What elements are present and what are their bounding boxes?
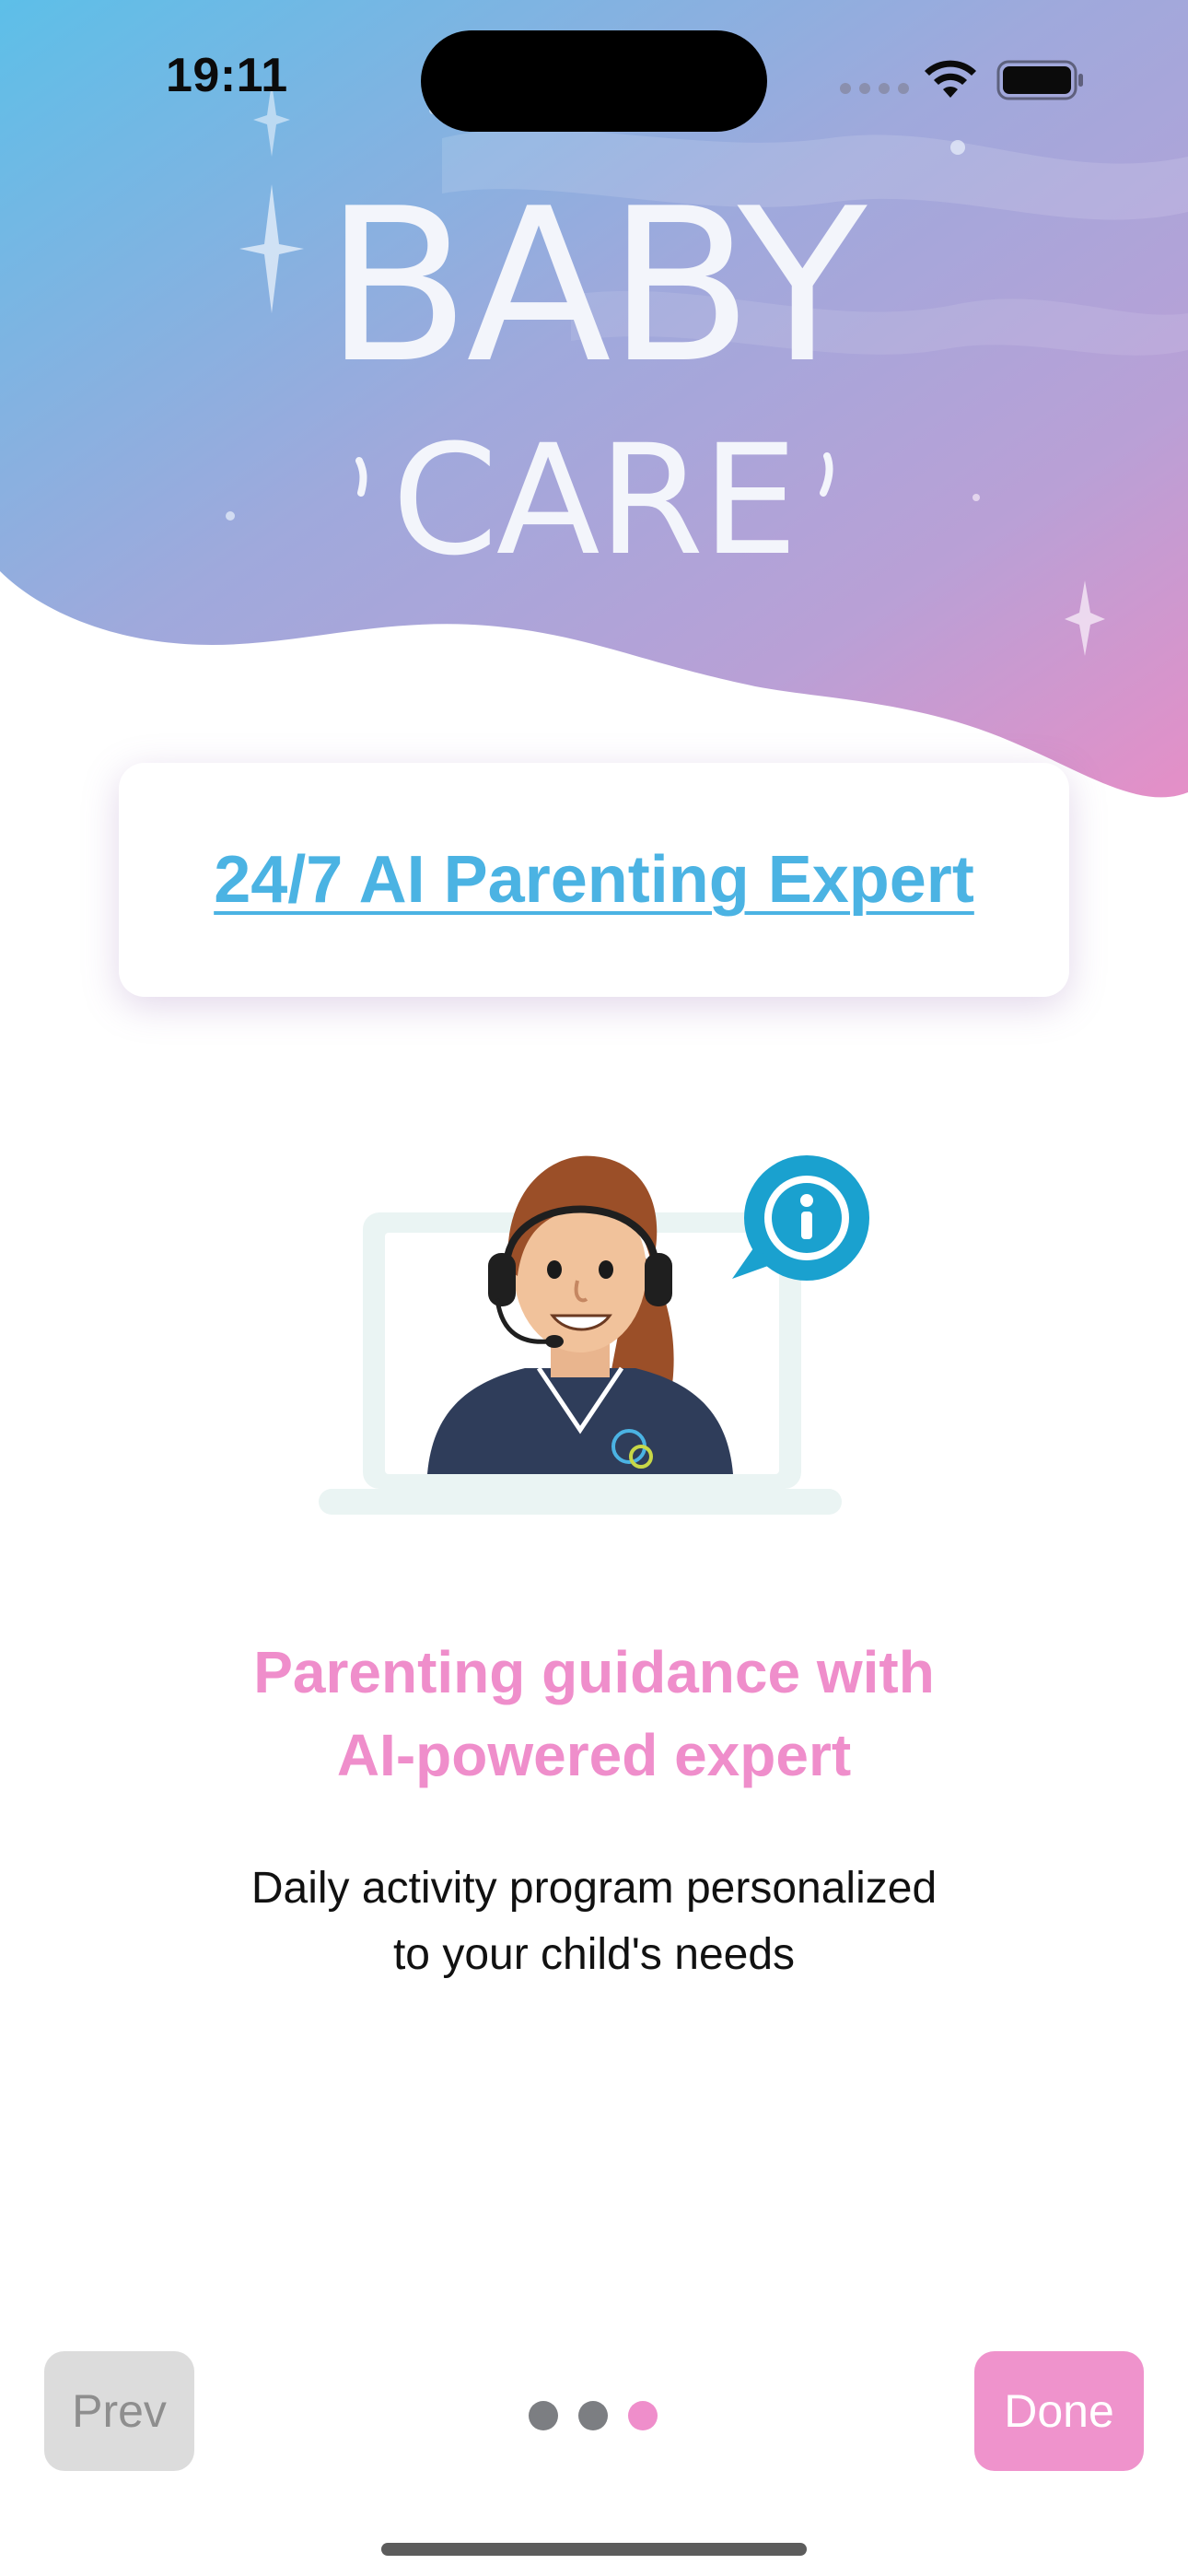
page-dot-3-active[interactable] (628, 2401, 658, 2430)
info-icon (732, 1155, 869, 1281)
subtitle-line-1: Daily activity program personalized (250, 1864, 938, 1913)
wifi-icon (925, 60, 976, 98)
onboarding-subtitle: Daily activity program personalized to y… (0, 1856, 1188, 1988)
svg-text:BABY: BABY (325, 164, 868, 410)
onboarding-screen: 19:11 BABY CARE 24/7 AI Parenting Expert (0, 0, 1188, 2576)
headline-card: 24/7 AI Parenting Expert (119, 763, 1069, 997)
baby-care-logo: BABY CARE (325, 164, 871, 589)
page-indicator[interactable] (529, 2401, 658, 2430)
title-line-2: AI-powered expert (336, 1722, 852, 1788)
headline-link[interactable]: 24/7 AI Parenting Expert (214, 842, 974, 918)
page-dot-1[interactable] (529, 2401, 558, 2430)
done-button[interactable]: Done (974, 2351, 1144, 2471)
cellular-signal-icon (840, 83, 909, 94)
status-time: 19:11 (166, 49, 288, 102)
onboarding-title: Parenting guidance with AI-powered exper… (0, 1631, 1188, 1797)
battery-icon (996, 60, 1083, 100)
page-dot-2[interactable] (578, 2401, 608, 2430)
prev-button[interactable]: Prev (44, 2351, 194, 2471)
home-indicator[interactable] (381, 2543, 807, 2556)
dynamic-island (421, 30, 767, 132)
title-line-1: Parenting guidance with (253, 1639, 935, 1705)
support-agent-illustration (319, 1155, 869, 1515)
svg-text:CARE: CARE (392, 412, 797, 589)
subtitle-line-2: to your child's needs (392, 1930, 796, 1979)
